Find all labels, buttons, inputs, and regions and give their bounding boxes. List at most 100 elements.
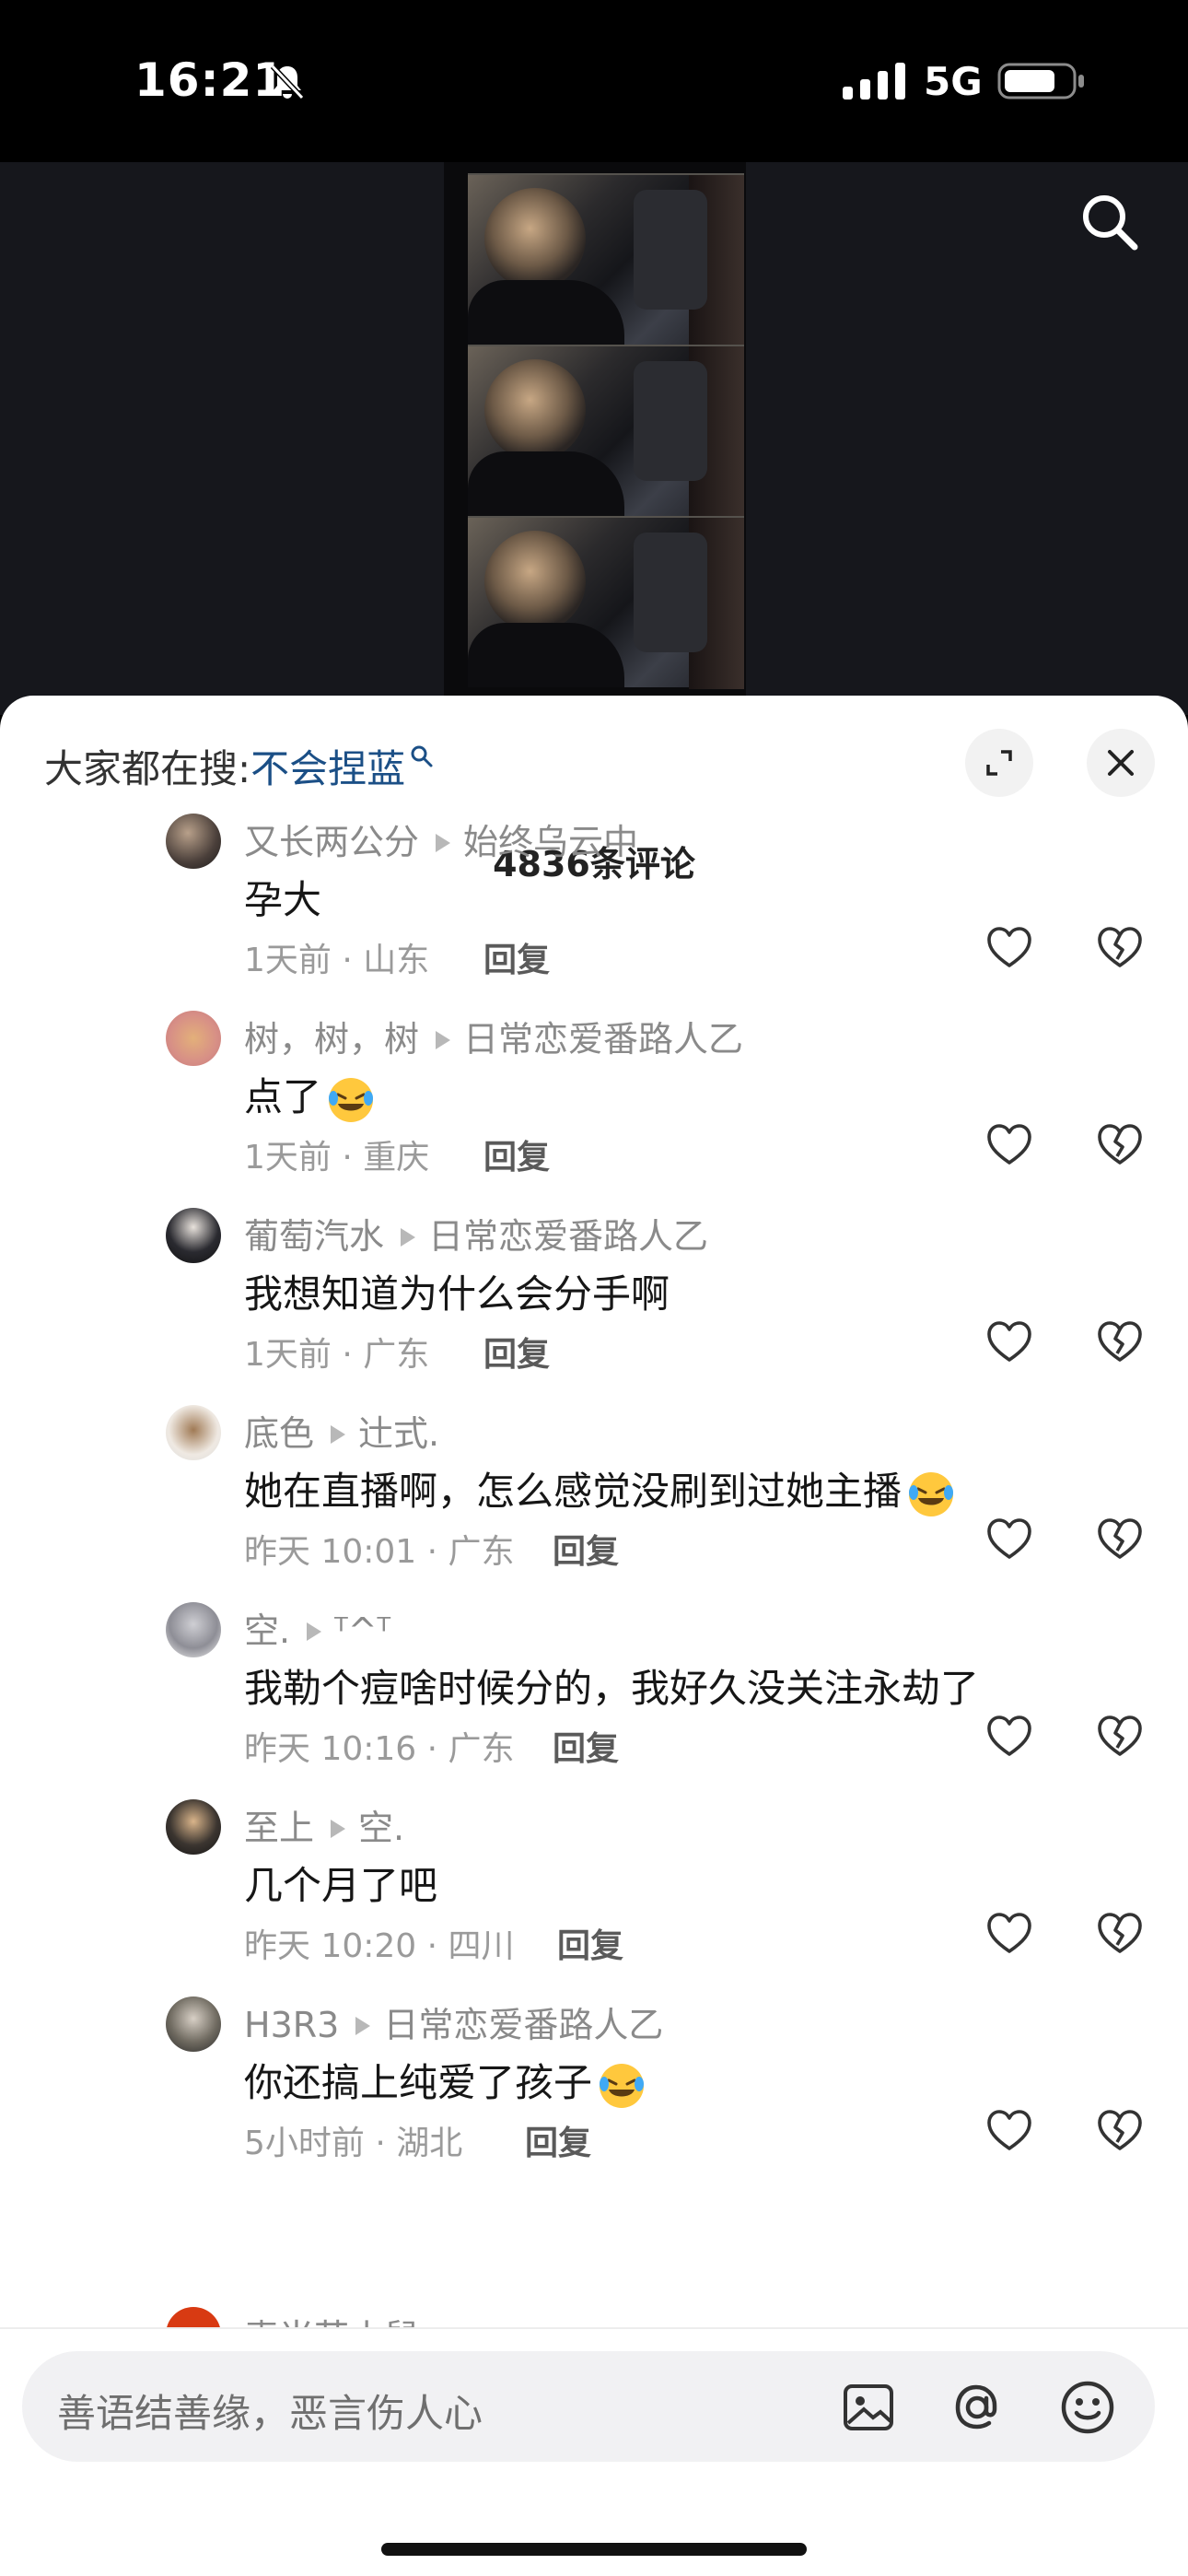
comment-text: 点了 <box>244 1066 377 1126</box>
broken-heart-icon[interactable] <box>1094 2105 1146 2157</box>
comment-item[interactable]: 树，树，树 日常恋爱番路人乙 点了 1天前 · 重庆 回复 <box>0 1011 1188 1208</box>
comment-text: 孕大 <box>244 869 321 925</box>
comment-location: 广东 <box>448 1533 515 1571</box>
comment-text: 几个月了吧 <box>244 1855 437 1911</box>
reply-arrow-icon <box>355 2017 371 2035</box>
avatar[interactable] <box>166 1405 221 1460</box>
broken-heart-icon[interactable] <box>1094 1514 1146 1565</box>
video-still <box>468 516 744 689</box>
comment-text: 我勒个痘啥时候分的，我好久没关注永劫了 <box>244 1657 979 1714</box>
broken-heart-icon[interactable] <box>1094 1317 1146 1368</box>
reply-button[interactable]: 回复 <box>483 933 550 981</box>
emoji-icon[interactable] <box>1057 2377 1118 2438</box>
comment-item[interactable]: 底色 辻式. 她在直播啊，怎么感觉没刷到过她主播 昨天 10:01 · 广东 回复 <box>0 1405 1188 1602</box>
like-heart-icon[interactable] <box>984 1514 1035 1565</box>
comment-author[interactable]: 空. <box>244 1610 290 1651</box>
close-button[interactable] <box>1087 729 1155 797</box>
comment-reply-to[interactable]: 日常恋爱番路人乙 <box>463 1019 743 1060</box>
image-icon[interactable] <box>840 2379 897 2436</box>
comment-time: 5小时前 <box>244 2125 365 2162</box>
comment-author[interactable]: 底色 <box>244 1413 314 1454</box>
laughing-tears-emoji-icon <box>329 1077 374 1122</box>
like-heart-icon[interactable] <box>984 1908 1035 1960</box>
comment-input[interactable]: 善语结善缘，恶言伤人心 <box>22 2351 1155 2462</box>
reply-button[interactable]: 回复 <box>553 1525 619 1573</box>
comment-location: 四川 <box>448 1927 515 1965</box>
comment-composer: 善语结善缘，恶言伤人心 <box>0 2327 1188 2576</box>
comment-author[interactable]: 至上 <box>244 1808 314 1848</box>
comment-location: 广东 <box>448 1730 515 1768</box>
like-heart-icon[interactable] <box>984 1711 1035 1762</box>
reply-button[interactable]: 回复 <box>557 1919 623 1967</box>
video-still <box>468 345 744 518</box>
expand-icon <box>986 750 1012 776</box>
reply-button[interactable]: 回复 <box>483 1130 550 1178</box>
broken-heart-icon[interactable] <box>1094 922 1146 974</box>
avatar[interactable] <box>166 1011 221 1066</box>
comment-author[interactable]: H3R3 <box>244 2005 339 2045</box>
video-still <box>468 173 744 346</box>
reply-arrow-icon <box>331 1820 346 1838</box>
trending-search-keyword[interactable]: 不会捏蓝 <box>250 746 405 791</box>
comment-reply-to[interactable]: ᵀ^ᵀ <box>334 1610 390 1651</box>
comment-text-content: 孕大 <box>244 877 322 922</box>
like-heart-icon[interactable] <box>984 1119 1035 1171</box>
comment-author[interactable]: 又长两公分 <box>244 822 419 862</box>
like-heart-icon[interactable] <box>984 2105 1035 2157</box>
comment-reply-to[interactable]: 始终乌云中 <box>463 822 638 862</box>
comment-location: 山东 <box>363 942 430 979</box>
comment-meta: 1天前 · 重庆 <box>244 1139 430 1177</box>
comment-text-content: 我勒个痘啥时候分的，我好久没关注永劫了 <box>244 1666 980 1711</box>
avatar[interactable] <box>166 1602 221 1657</box>
comment-reply-to[interactable]: 日常恋爱番路人乙 <box>383 2005 663 2045</box>
comment-text-content: 几个月了吧 <box>244 1863 438 1908</box>
home-indicator <box>381 2543 807 2556</box>
close-icon <box>1108 750 1134 776</box>
trending-search-hint[interactable]: 大家都在搜:不会捏蓝 <box>44 738 435 794</box>
comment-text-content: 她在直播啊，怎么感觉没刷到过她主播 <box>244 1469 903 1514</box>
avatar[interactable] <box>166 1996 221 2052</box>
reply-arrow-icon <box>436 834 451 852</box>
broken-heart-icon[interactable] <box>1094 1119 1146 1171</box>
video-player[interactable] <box>0 162 1188 715</box>
comment-time: 昨天 10:20 <box>244 1927 417 1965</box>
laughing-tears-emoji-icon <box>909 1471 954 1516</box>
comment-item[interactable]: 葡萄汽水 日常恋爱番路人乙 我想知道为什么会分手啊 1天前 · 广东 回复 <box>0 1208 1188 1405</box>
reply-button[interactable]: 回复 <box>483 1328 550 1376</box>
comment-time: 昨天 10:16 <box>244 1730 417 1768</box>
reply-button[interactable]: 回复 <box>525 2116 591 2164</box>
like-heart-icon[interactable] <box>984 922 1035 974</box>
status-time: 16:21 <box>134 53 286 107</box>
expand-button[interactable] <box>965 729 1033 797</box>
next-comment-peek: 麦当劳小鼠 <box>0 2300 1188 2331</box>
comment-item[interactable]: 又长两公分 始终乌云中 孕大 1天前 · 山东 回复 <box>0 814 1188 1011</box>
comment-item[interactable]: H3R3 日常恋爱番路人乙 你还搞上纯爱了孩子 5小时前 · 湖北 回复 <box>0 1996 1188 2194</box>
comment-author[interactable]: 葡萄汽水 <box>244 1216 384 1257</box>
comment-meta: 1天前 · 山东 <box>244 942 430 979</box>
comment-text: 我想知道为什么会分手啊 <box>244 1263 670 1319</box>
comment-location: 湖北 <box>396 2125 463 2162</box>
comment-reply-to[interactable]: 空. <box>358 1808 404 1848</box>
avatar[interactable] <box>166 1799 221 1855</box>
comment-item[interactable]: 至上 空. 几个月了吧 昨天 10:20 · 四川 回复 <box>0 1799 1188 1996</box>
comment-author-line: H3R3 日常恋爱番路人乙 <box>244 1996 663 2047</box>
reply-button[interactable]: 回复 <box>553 1722 619 1770</box>
avatar[interactable] <box>166 1208 221 1263</box>
reply-arrow-icon <box>307 1622 322 1641</box>
broken-heart-icon[interactable] <box>1094 1711 1146 1762</box>
avatar[interactable] <box>166 814 221 869</box>
comment-reply-to[interactable]: 辻式. <box>358 1413 439 1454</box>
comment-author-line: 底色 辻式. <box>244 1405 439 1456</box>
comment-item[interactable]: 空. ᵀ^ᵀ 我勒个痘啥时候分的，我好久没关注永劫了 昨天 10:16 · 广东 … <box>0 1602 1188 1799</box>
like-heart-icon[interactable] <box>984 1317 1035 1368</box>
search-icon[interactable] <box>1077 190 1142 254</box>
app-screen: 16:21 5G 大家都在搜:不会捏蓝 4836条评论 又长两公分 始终乌云中 … <box>0 0 1188 2576</box>
small-search-icon <box>411 745 433 767</box>
comment-meta: 1天前 · 广东 <box>244 1336 430 1374</box>
comment-reply-to[interactable]: 日常恋爱番路人乙 <box>428 1216 708 1257</box>
mention-icon[interactable] <box>947 2377 1007 2438</box>
comment-author-line: 空. ᵀ^ᵀ <box>244 1602 390 1653</box>
comment-author[interactable]: 树，树，树 <box>244 1019 419 1060</box>
comment-meta: 昨天 10:01 · 广东 <box>244 1533 515 1571</box>
broken-heart-icon[interactable] <box>1094 1908 1146 1960</box>
